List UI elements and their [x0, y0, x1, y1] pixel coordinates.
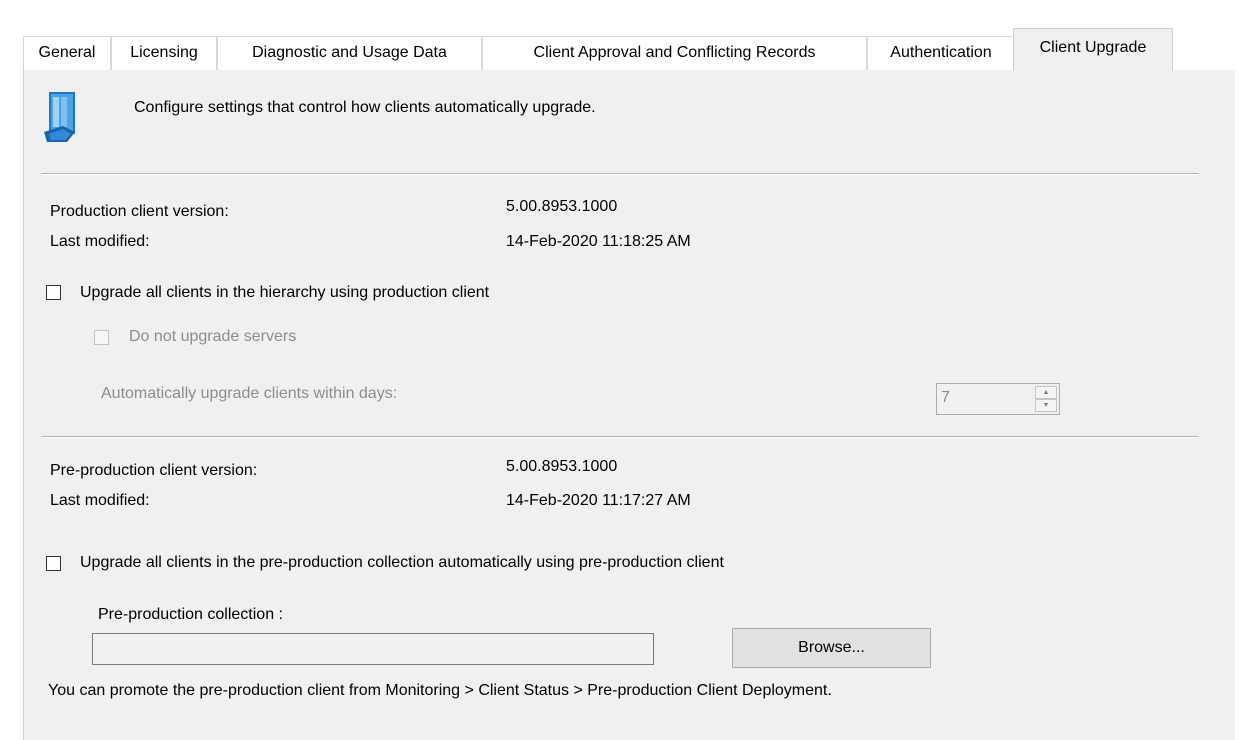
preproduction-version-value: 5.00.8953.1000	[506, 458, 618, 475]
preproduction-collection-input[interactable]	[92, 633, 654, 665]
client-upgrade-panel: Configure settings that control how clie…	[23, 70, 1235, 740]
tab-general[interactable]: General	[23, 36, 111, 70]
preproduction-version-label: Pre-production client version:	[50, 462, 258, 479]
upgrade-days-label: Automatically upgrade clients within day…	[101, 385, 398, 402]
tab-diagnostic-and-usage-data[interactable]: Diagnostic and Usage Data	[217, 36, 482, 70]
upgrade-preproduction-checkbox[interactable]	[46, 556, 61, 571]
upgrade-days-stepper[interactable]: 7 ▲ ▼	[936, 383, 1060, 415]
separator	[41, 436, 1199, 438]
page-description: Configure settings that control how clie…	[134, 99, 596, 116]
tab-authentication[interactable]: Authentication	[867, 36, 1015, 70]
promote-note: You can promote the pre-production clien…	[48, 682, 832, 699]
spin-down-icon[interactable]: ▼	[1035, 399, 1057, 412]
upgrade-production-label[interactable]: Upgrade all clients in the hierarchy usi…	[80, 284, 489, 302]
upgrade-days-value: 7	[941, 389, 950, 406]
tab-client-approval[interactable]: Client Approval and Conflicting Records	[482, 36, 867, 70]
preproduction-modified-value: 14-Feb-2020 11:17:27 AM	[506, 492, 691, 509]
upgrade-production-checkbox[interactable]	[46, 285, 61, 300]
do-not-upgrade-servers-checkbox[interactable]	[94, 330, 109, 345]
production-modified-label: Last modified:	[50, 233, 150, 250]
upgrade-preproduction-label[interactable]: Upgrade all clients in the pre-productio…	[80, 554, 724, 572]
tab-licensing[interactable]: Licensing	[111, 36, 217, 70]
separator	[41, 173, 1199, 175]
production-version-value: 5.00.8953.1000	[506, 198, 618, 215]
preproduction-modified-label: Last modified:	[50, 492, 150, 509]
production-modified-value: 14-Feb-2020 11:18:25 AM	[506, 233, 691, 250]
preproduction-collection-label: Pre-production collection :	[98, 606, 283, 623]
spin-up-icon[interactable]: ▲	[1035, 386, 1057, 399]
tab-client-upgrade[interactable]: Client Upgrade	[1013, 28, 1173, 71]
production-version-label: Production client version:	[50, 203, 229, 220]
browse-button[interactable]: Browse...	[732, 628, 931, 668]
client-upgrade-icon	[41, 88, 89, 144]
do-not-upgrade-servers-label: Do not upgrade servers	[129, 328, 297, 345]
